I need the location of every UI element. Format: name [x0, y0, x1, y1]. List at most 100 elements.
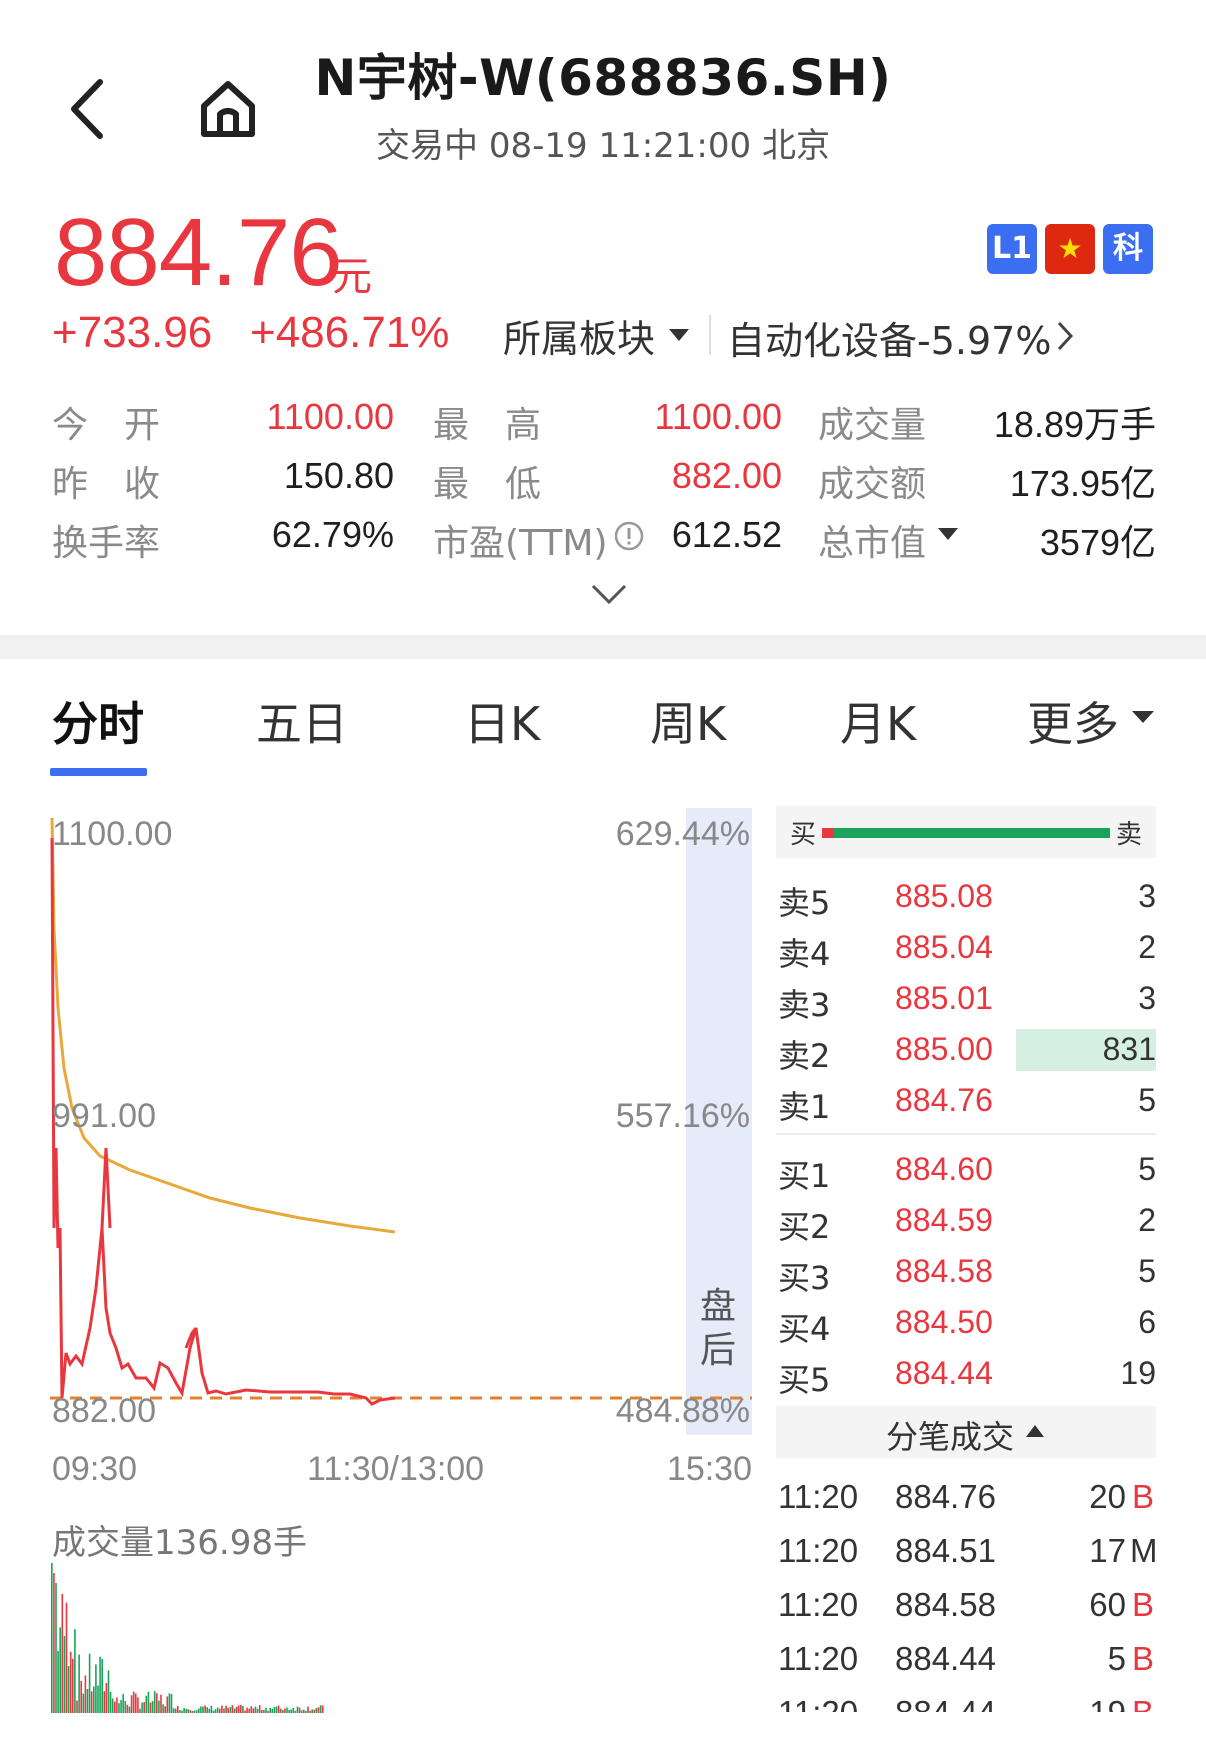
volume-bar	[204, 1705, 206, 1713]
pct-axis-bottom-label: 484.88%	[615, 1392, 750, 1430]
price-change-pct: +486.71%	[250, 308, 450, 357]
volume-bar	[195, 1710, 198, 1713]
volume-bar	[78, 1654, 80, 1713]
pct-axis-top-label: 629.44%	[615, 815, 750, 853]
volume-bar	[311, 1709, 313, 1713]
volume-bar	[166, 1696, 169, 1713]
stat-label-open: 今 开	[52, 405, 161, 446]
ask-price: 885.01	[895, 980, 993, 1016]
stat-label-market-cap[interactable]: 总市值	[818, 514, 926, 566]
volume-bar	[298, 1707, 301, 1713]
tick-side: B	[1132, 1694, 1154, 1712]
ask-level-label: 卖3	[778, 986, 831, 1024]
tab-monthly-k[interactable]: 月K	[840, 688, 916, 754]
tick-time: 11:20	[778, 1586, 859, 1623]
tab-intraday[interactable]: 分时	[52, 688, 144, 754]
volume-bar	[214, 1709, 217, 1713]
sector-link[interactable]: 自动化设备-5.97%	[727, 310, 1051, 365]
volume-bar	[93, 1686, 95, 1713]
trading-status: 交易中 08-19 11:21:00 北京	[376, 126, 830, 166]
ask-price: 885.00	[895, 1031, 993, 1067]
volume-bar	[231, 1705, 234, 1713]
volume-bar	[147, 1691, 150, 1713]
info-icon[interactable]	[613, 520, 645, 552]
volume-bar	[267, 1710, 269, 1713]
volume-bar	[185, 1708, 187, 1713]
stat-label-pe: 市盈(TTM)	[433, 523, 608, 564]
volume-bar	[151, 1701, 154, 1713]
volume-bar	[137, 1697, 139, 1713]
ask-level-label: 卖1	[778, 1088, 831, 1126]
volume-bar	[170, 1694, 173, 1713]
tick-time: 11:20	[778, 1640, 859, 1677]
volume-bar	[256, 1708, 259, 1713]
volume-chart[interactable]	[50, 1548, 350, 1713]
ask-price: 885.04	[895, 929, 993, 965]
tick-trades-header[interactable]: 分笔成交	[776, 1406, 1156, 1458]
divider	[709, 315, 711, 355]
volume-bar	[279, 1708, 282, 1713]
volume-bar	[229, 1706, 232, 1713]
volume-bar	[210, 1705, 213, 1713]
stat-label-prev-close: 昨 收	[52, 464, 161, 505]
volume-bar	[149, 1702, 152, 1713]
ask-level-label: 卖4	[778, 935, 831, 973]
caret-up-icon	[1026, 1425, 1044, 1437]
volume-bar	[141, 1702, 143, 1713]
volume-bar	[67, 1666, 70, 1713]
bid-qty: 19	[1120, 1355, 1156, 1391]
expand-chevron-icon[interactable]	[590, 583, 628, 605]
volume-bar	[172, 1708, 175, 1713]
sector-dropdown[interactable]: 所属板块	[503, 308, 655, 363]
tab-more[interactable]: 更多	[1027, 688, 1119, 754]
section-divider	[0, 635, 1206, 659]
tab-weekly-k[interactable]: 周K	[650, 688, 726, 754]
sell-ratio-fill	[834, 828, 1110, 838]
tick-price: 884.51	[895, 1532, 996, 1569]
volume-bar	[156, 1693, 158, 1713]
x-axis-start-label: 09:30	[52, 1450, 138, 1488]
buy-ratio-label: 买	[790, 820, 817, 850]
tab-five-day[interactable]: 五日	[256, 688, 348, 754]
volume-bar	[261, 1710, 263, 1713]
volume-bar	[290, 1709, 292, 1713]
volume-bar	[317, 1707, 320, 1713]
tick-row-clipped: 11:20 884.44 19 B	[776, 1694, 1156, 1712]
volume-bar	[208, 1708, 211, 1713]
bid-price: 884.44	[895, 1355, 993, 1391]
volume-bar	[309, 1710, 311, 1713]
tick-qty: 5	[1107, 1640, 1126, 1677]
page-title: N宇树-W(688836.SH)	[314, 49, 892, 107]
volume-bar	[292, 1707, 295, 1713]
stat-value-high: 1100.00	[654, 396, 782, 437]
volume-bar	[76, 1700, 78, 1713]
volume-bar	[181, 1710, 183, 1713]
volume-bar	[244, 1710, 246, 1713]
ask-qty: 831	[1102, 1031, 1156, 1067]
volume-bar	[233, 1708, 236, 1713]
caret-down-icon	[1132, 711, 1154, 723]
volume-bar	[65, 1602, 68, 1713]
stat-label-turnover: 成交额	[818, 464, 927, 505]
volume-bar	[189, 1710, 192, 1713]
tab-daily-k[interactable]: 日K	[464, 688, 540, 754]
volume-bar	[303, 1709, 305, 1713]
tick-qty: 60	[1089, 1586, 1126, 1623]
volume-bar	[277, 1705, 280, 1713]
volume-bar	[225, 1705, 227, 1713]
bid-level-label: 买5	[778, 1361, 831, 1399]
ask-qty: 3	[1138, 980, 1156, 1016]
tick-price: 884.76	[895, 1478, 996, 1515]
bid-level-label: 买1	[778, 1157, 831, 1195]
chevron-right-icon	[1057, 321, 1074, 351]
volume-bar	[130, 1695, 133, 1713]
tick-time: 11:20	[778, 1478, 859, 1515]
volume-bar	[164, 1706, 166, 1713]
tick-trades-title: 分笔成交	[886, 1418, 1015, 1456]
bid-qty: 2	[1138, 1202, 1156, 1238]
volume-bar	[82, 1693, 85, 1713]
volume-bar	[69, 1651, 72, 1713]
bid-price: 884.58	[895, 1253, 993, 1289]
volume-bar	[221, 1705, 223, 1713]
volume-bar	[53, 1573, 55, 1713]
